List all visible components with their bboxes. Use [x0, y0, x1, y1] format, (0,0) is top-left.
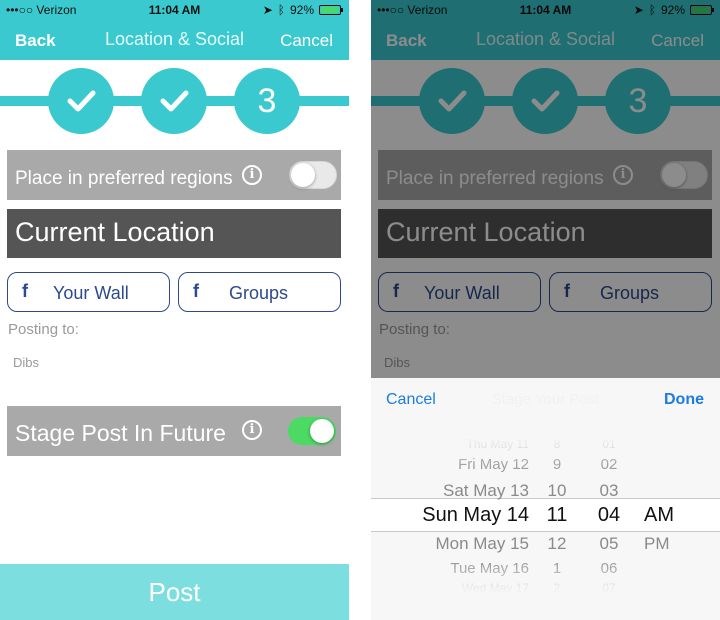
picker-done-button[interactable]: Done [664, 391, 704, 409]
phone-screen-picker: •••○○ Verizon 11:04 AM ➤ ᛒ 92% Back Loca… [371, 0, 720, 620]
ampm-wheel-item-selected[interactable]: AM [644, 504, 694, 527]
date-wheel-item-option[interactable]: Sat May 13 [371, 481, 529, 501]
posting-target: Dibs [13, 355, 40, 370]
info-icon[interactable]: i [242, 420, 262, 440]
picker-toolbar: Cancel Stage Your Post Done [371, 378, 720, 422]
checkmark-icon [67, 90, 96, 112]
minute-wheel-item-option[interactable]: 05 [587, 534, 631, 554]
your-wall-label: Your Wall [53, 283, 129, 303]
stage-post-row: Stage Post In Future i [7, 406, 341, 456]
your-wall-button[interactable]: f Your Wall [7, 272, 170, 312]
location-field[interactable]: Current Location [7, 209, 341, 258]
battery-icon [319, 5, 343, 15]
status-bar: •••○○ Verizon 11:04 AM ➤ ᛒ 92% [0, 0, 349, 20]
battery-percent: 92% [289, 3, 314, 17]
checkmark-icon [160, 90, 189, 112]
phone-screen-form: •••○○ Verizon 11:04 AM ➤ ᛒ 92% Back Loca… [0, 0, 349, 620]
ampm-wheel-item-option[interactable]: PM [644, 534, 694, 554]
cancel-button[interactable]: Cancel [280, 31, 333, 51]
hour-wheel-item-selected[interactable]: 11 [537, 504, 577, 527]
progress-stepper: 3 [0, 60, 349, 144]
preferred-regions-row: Place in preferred regions i [7, 150, 341, 200]
step-1-complete [48, 68, 114, 134]
stage-post-label: Stage Post In Future [15, 420, 226, 446]
stage-post-toggle[interactable] [288, 417, 336, 445]
minute-wheel-item-option[interactable]: 03 [587, 481, 631, 501]
hour-wheel-item-option[interactable]: 10 [537, 481, 577, 501]
nav-bar: Back Location & Social Cancel [0, 20, 349, 60]
step-3-current: 3 [234, 68, 300, 134]
groups-button[interactable]: f Groups [178, 272, 341, 312]
posting-to-label: Posting to: [8, 321, 79, 338]
date-wheel-item-selected[interactable]: Sun May 14 [371, 504, 529, 527]
hour-wheel-item-option[interactable]: 12 [537, 534, 577, 554]
preferred-regions-label: Place in preferred regions [15, 168, 233, 189]
bluetooth-icon: ᛒ [277, 3, 285, 17]
step-2-complete [141, 68, 207, 134]
location-arrow-icon: ➤ [262, 3, 273, 17]
date-wheel-item-option[interactable]: Mon May 15 [371, 534, 529, 554]
facebook-icon: f [22, 281, 28, 301]
facebook-icon: f [193, 281, 199, 301]
groups-label: Groups [229, 283, 289, 303]
date-time-wheel[interactable]: Thu May 11Fri May 12Sat May 13Sun May 14… [371, 436, 720, 594]
minute-wheel-item-selected[interactable]: 04 [587, 504, 631, 527]
preferred-regions-toggle[interactable] [289, 161, 337, 189]
post-button[interactable]: Post [0, 564, 349, 620]
info-icon[interactable]: i [242, 165, 262, 185]
modal-dim-overlay[interactable] [371, 0, 720, 378]
date-picker-sheet: Cancel Stage Your Post Done Thu May 11Fr… [371, 378, 720, 620]
